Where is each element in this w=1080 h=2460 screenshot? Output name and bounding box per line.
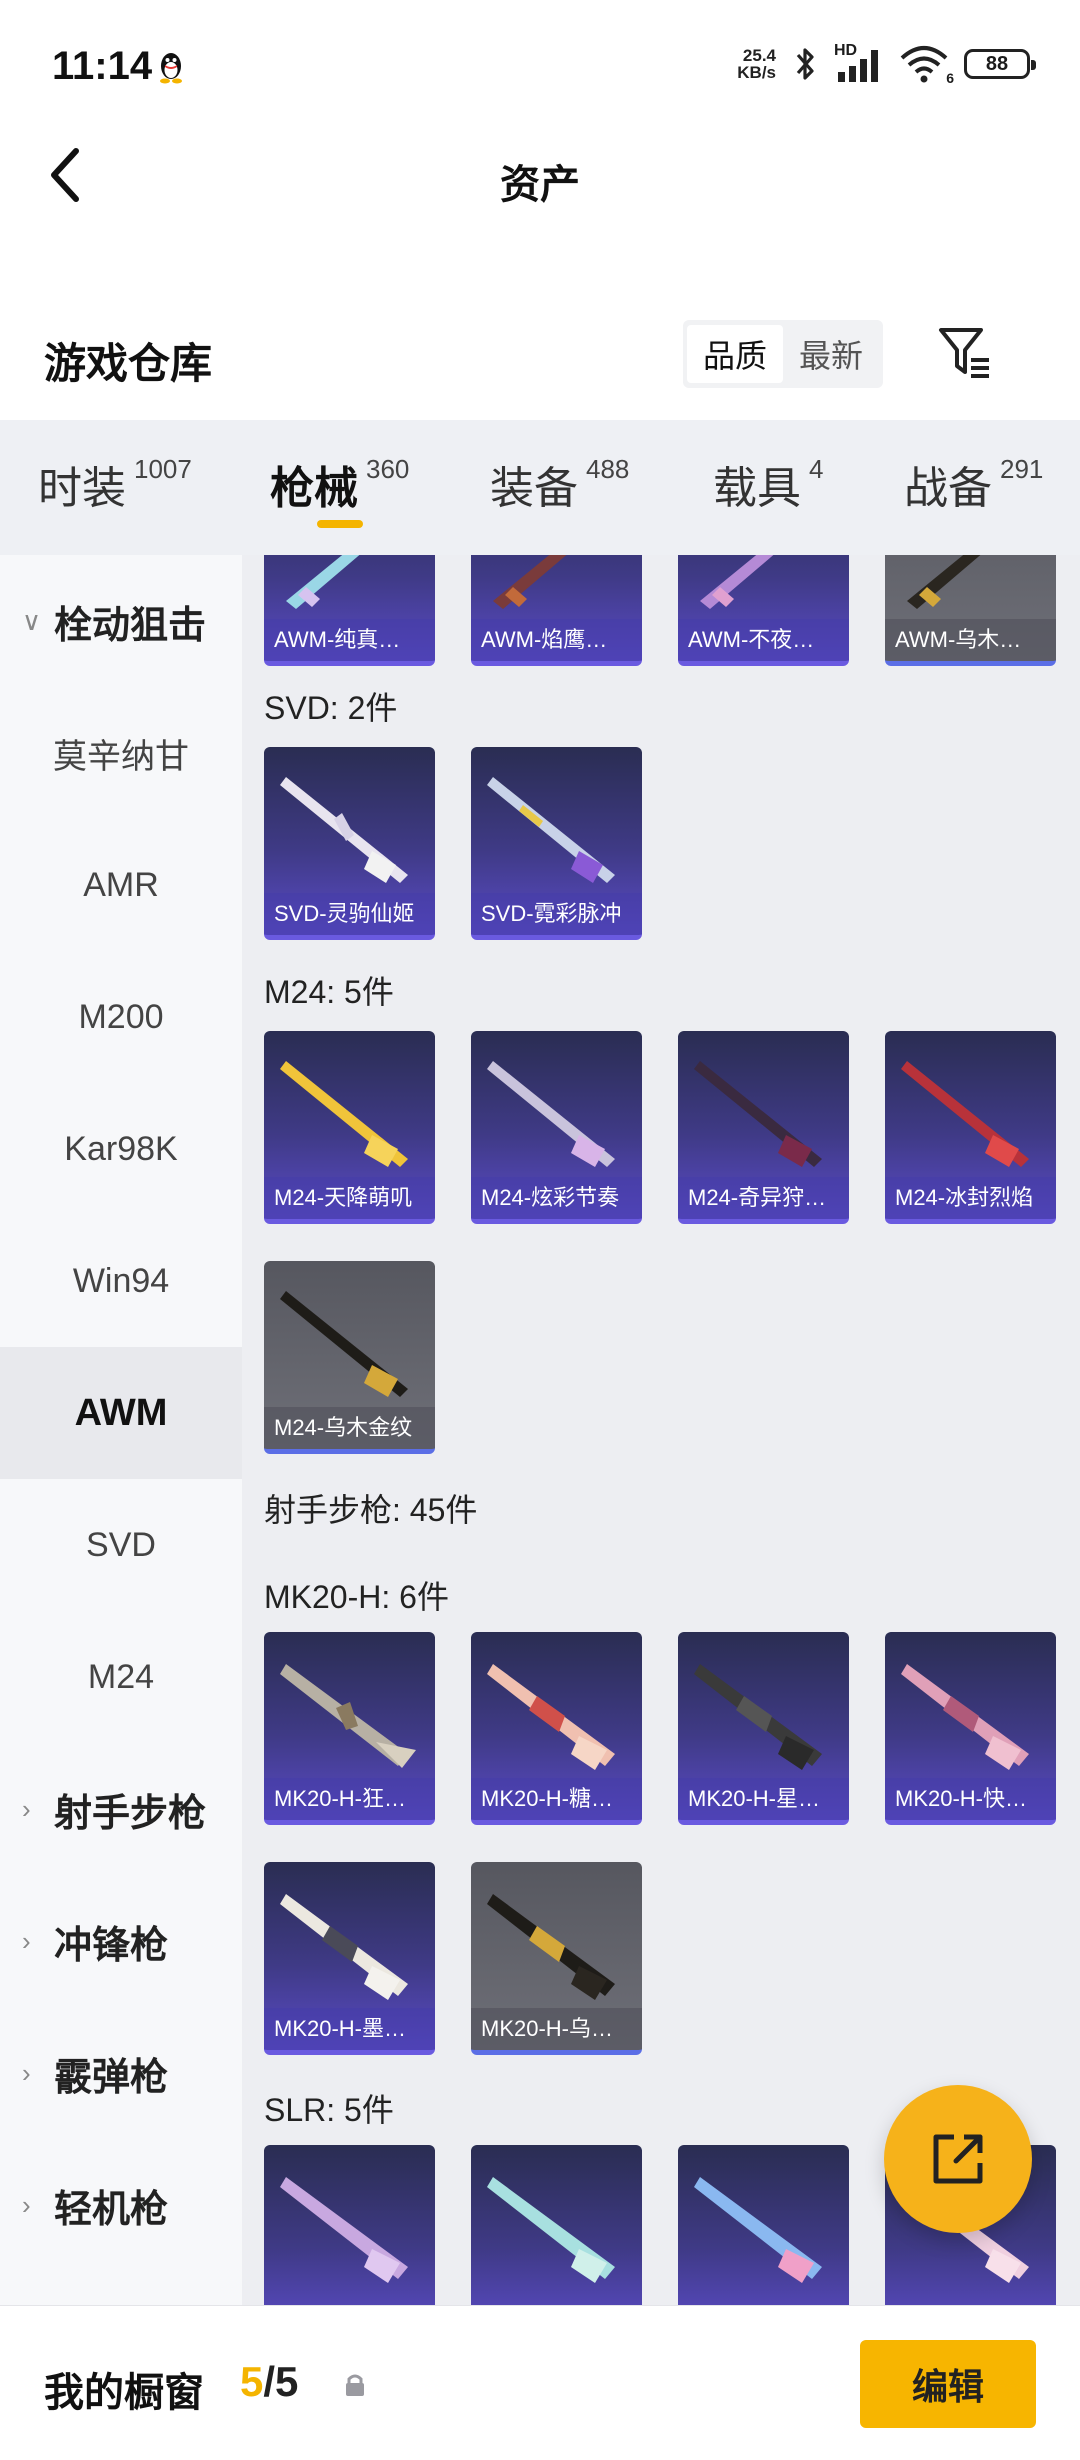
- rifle-icon: [487, 777, 615, 883]
- showcase-count: 5/5: [240, 2358, 299, 2405]
- status-bar: 11:14 25.4 KB/s HD 6 88: [0, 0, 1080, 135]
- weapon-card[interactable]: [678, 2145, 849, 2305]
- rifle-icon: [280, 1894, 408, 2000]
- sidebar-item-m200[interactable]: M200: [0, 951, 242, 1083]
- section-label-m24: M24: 5件: [264, 974, 394, 1010]
- page-title: 资产: [500, 163, 580, 207]
- chevron-right-icon: ›: [22, 2057, 31, 2088]
- rifle-icon: [694, 1061, 822, 1167]
- chevron-right-icon: ›: [22, 1793, 31, 1824]
- rifle-icon: [487, 1894, 615, 2000]
- weapon-card[interactable]: M24-冰封烈焰: [885, 1031, 1056, 1224]
- edit-button[interactable]: 编辑: [860, 2340, 1036, 2428]
- tab-supplies[interactable]: 战备 291: [904, 452, 1043, 516]
- rifle-icon: [700, 555, 774, 609]
- rifle-icon: [901, 1061, 1029, 1167]
- section-label-mk20: MK20-H: 6件: [264, 1579, 449, 1615]
- sidebar-group-smg[interactable]: › 冲锋枪: [0, 1875, 242, 2007]
- weapon-card[interactable]: MK20-H-快…: [885, 1632, 1056, 1825]
- wifi-icon: [900, 46, 948, 83]
- status-time: 11:14: [52, 44, 153, 88]
- rifle-icon: [493, 555, 567, 609]
- warehouse-title: 游戏仓库: [44, 340, 213, 387]
- weapon-card[interactable]: M24-天降萌叽: [264, 1031, 435, 1224]
- rifle-icon: [694, 1664, 822, 1770]
- sidebar-item-mosin[interactable]: 莫辛纳甘: [0, 687, 242, 819]
- weapon-sidebar: ∨ 栓动狙击 莫辛纳甘 AMR M200 Kar98K Win94 AWM SV…: [0, 555, 242, 2305]
- weapon-card[interactable]: SVD-霓彩脉冲: [471, 747, 642, 940]
- weapon-grid: AWM-纯真… AWM-焰鹰… AWM-不夜… AWM-乌木… SVD: 2件 …: [242, 555, 1080, 2305]
- rifle-icon: [280, 1061, 408, 1167]
- weapon-card[interactable]: MK20-H-星…: [678, 1632, 849, 1825]
- filter-icon: [939, 328, 989, 378]
- sidebar-group-lmg[interactable]: › 轻机枪: [0, 2139, 242, 2271]
- weapon-card[interactable]: M24-奇异狩…: [678, 1031, 849, 1224]
- sidebar-item-m24[interactable]: M24: [0, 1611, 242, 1743]
- section-label-slr: SLR: 5件: [264, 2092, 394, 2128]
- chevron-down-icon: ∨: [22, 605, 42, 636]
- signal-hd: HD: [834, 42, 884, 84]
- battery-indicator: 88: [964, 49, 1036, 79]
- sidebar-item-awm[interactable]: AWM: [0, 1347, 242, 1479]
- sidebar-item-amr[interactable]: AMR: [0, 819, 242, 951]
- sidebar-item-win94[interactable]: Win94: [0, 1215, 242, 1347]
- rifle-icon: [280, 1664, 416, 1768]
- weapon-card[interactable]: AWM-纯真…: [264, 555, 435, 666]
- wifi: 6: [900, 44, 954, 86]
- sidebar-group-shotgun[interactable]: › 霰弹枪: [0, 2007, 242, 2139]
- sort-quality-button[interactable]: 品质: [687, 325, 783, 383]
- sort-toggle: 品质 最新: [683, 320, 883, 388]
- tab-vehicles[interactable]: 载具 4: [713, 452, 823, 516]
- rifle-icon: [280, 777, 408, 883]
- signal-icon: [838, 50, 878, 82]
- status-right: 25.4 KB/s HD 6 88: [737, 42, 1036, 86]
- sidebar-group-dmr[interactable]: › 射手步枪: [0, 1743, 242, 1875]
- net-speed: 25.4 KB/s: [737, 46, 776, 82]
- weapon-card[interactable]: MK20-H-狂…: [264, 1632, 435, 1825]
- weapon-card[interactable]: AWM-焰鹰…: [471, 555, 642, 666]
- rifle-icon: [280, 1291, 408, 1397]
- weapon-card[interactable]: [471, 2145, 642, 2305]
- sidebar-group-bolt-action[interactable]: ∨ 栓动狙击: [0, 555, 242, 687]
- sort-newest-button[interactable]: 最新: [783, 325, 879, 383]
- filter-button[interactable]: [935, 322, 995, 382]
- weapon-card[interactable]: M24-炫彩节奏: [471, 1031, 642, 1224]
- rifle-icon: [487, 1664, 615, 1770]
- showcase-label: 我的橱窗: [44, 2371, 204, 2415]
- sidebar-item-kar98k[interactable]: Kar98K: [0, 1083, 242, 1215]
- rifle-icon: [694, 2177, 822, 2283]
- qq-penguin-icon: [160, 53, 182, 84]
- tab-guns[interactable]: 枪械 360: [270, 452, 409, 516]
- weapon-card[interactable]: [264, 2145, 435, 2305]
- weapon-card[interactable]: MK20-H-乌…: [471, 1862, 642, 2055]
- rifle-icon: [487, 1061, 615, 1167]
- weapon-card[interactable]: MK20-H-墨…: [264, 1862, 435, 2055]
- weapon-card[interactable]: AWM-乌木…: [885, 555, 1056, 666]
- weapon-card[interactable]: SVD-灵驹仙姬: [264, 747, 435, 940]
- section-label-svd: SVD: 2件: [264, 690, 398, 726]
- rifle-icon: [286, 555, 360, 609]
- weapon-card[interactable]: AWM-不夜…: [678, 555, 849, 666]
- share-button[interactable]: [884, 2085, 1032, 2233]
- share-icon: [933, 2134, 983, 2184]
- chevron-right-icon: ›: [22, 1925, 31, 1956]
- rifle-icon: [487, 2177, 615, 2283]
- bluetooth-icon: [796, 48, 814, 80]
- rifle-icon: [280, 2177, 408, 2283]
- rifle-icon: [901, 1664, 1029, 1770]
- lock-icon: [346, 2374, 364, 2396]
- weapon-card[interactable]: M24-乌木金纹: [264, 1261, 435, 1454]
- sidebar-item-svd[interactable]: SVD: [0, 1479, 242, 1611]
- active-tab-indicator: [317, 520, 363, 528]
- tab-fashion[interactable]: 时装 1007: [38, 452, 192, 516]
- tab-equipment[interactable]: 装备 488: [490, 452, 629, 516]
- weapon-card[interactable]: MK20-H-糖…: [471, 1632, 642, 1825]
- section-label-dmr: 射手步枪: 45件: [264, 1492, 478, 1528]
- chevron-right-icon: ›: [22, 2189, 31, 2220]
- rifle-icon: [907, 555, 981, 609]
